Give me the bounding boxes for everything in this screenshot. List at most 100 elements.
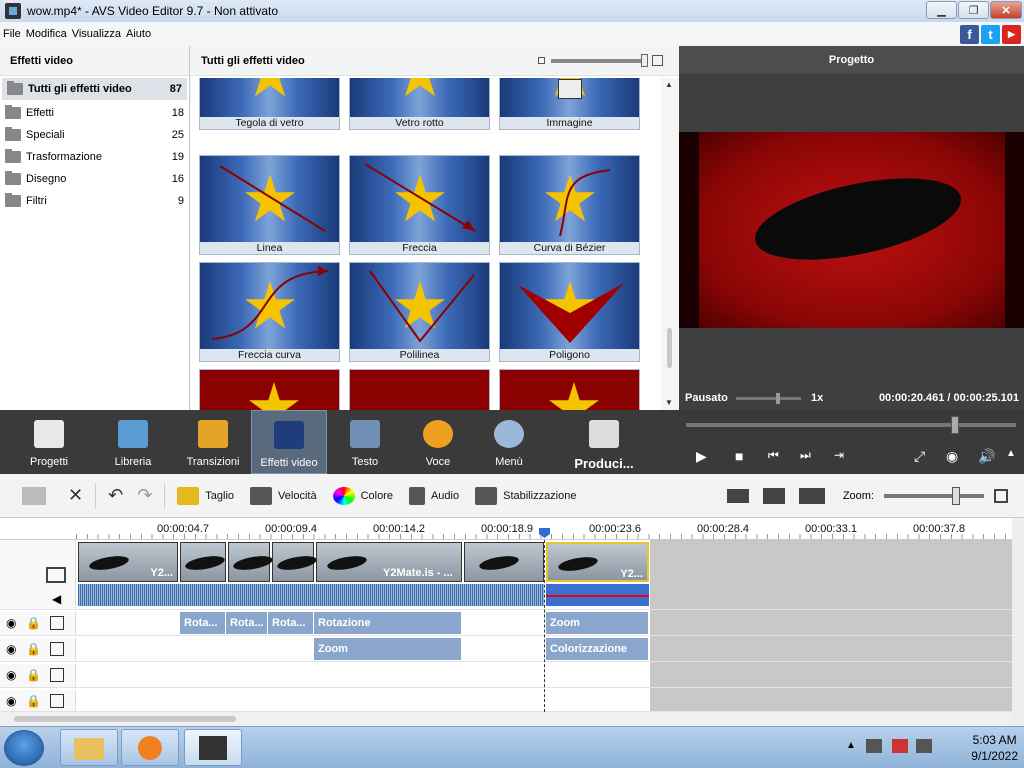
lock-icon[interactable]: 🔒 <box>26 668 41 682</box>
snapshot-icon[interactable]: ◉ <box>946 448 958 465</box>
star-box-icon[interactable] <box>50 694 64 708</box>
next-frame-icon[interactable]: ⏭ <box>800 448 811 463</box>
effect-clip[interactable]: Rota... <box>226 612 268 634</box>
effect-clip[interactable]: Colorizzazione <box>546 638 649 660</box>
effects-scrollbar[interactable]: ▲ ▼ <box>661 78 679 410</box>
effect-clip[interactable]: Rotazione <box>314 612 462 634</box>
selected-video-clip[interactable]: Y2... <box>546 542 649 582</box>
lock-icon[interactable]: 🔒 <box>26 616 41 630</box>
effect-tile[interactable]: Vetro rotto <box>349 78 490 130</box>
fit-timeline-icon[interactable] <box>994 488 1008 503</box>
minimize-button[interactable]: ▁ <box>926 1 957 19</box>
play-icon[interactable]: ▶ <box>696 448 707 465</box>
scroll-up-icon[interactable]: ▲ <box>665 80 673 89</box>
undo-icon[interactable]: ↶ <box>108 485 123 506</box>
eye-icon[interactable]: ◉ <box>6 668 16 682</box>
effect-tile[interactable]: Immagine <box>499 78 640 130</box>
category-item-all[interactable]: Tutti gli effetti video 87 <box>2 78 187 100</box>
video-clip[interactable] <box>272 542 318 582</box>
taskbar-media-player[interactable] <box>121 729 179 766</box>
toolbar-voce[interactable]: Voce <box>409 410 467 474</box>
volume-slider[interactable] <box>736 392 801 404</box>
volume-icon[interactable]: 🔊 <box>978 448 995 465</box>
mixer-icon[interactable] <box>762 487 785 504</box>
taskbar-explorer[interactable] <box>60 729 118 766</box>
menu-modifica[interactable]: Modifica <box>26 28 67 40</box>
toolbar-progetti[interactable]: Progetti <box>20 410 78 474</box>
stabilization-button[interactable]: Stabilizzazione <box>475 486 576 505</box>
video-clip[interactable] <box>464 542 544 582</box>
timeline-ruler[interactable]: 00:00:04.7 00:00:09.4 00:00:14.2 00:00:1… <box>0 518 1024 540</box>
youtube-icon[interactable]: ▶ <box>1002 25 1021 44</box>
category-item-disegno[interactable]: Disegno 16 <box>0 168 189 190</box>
trim-button[interactable]: Taglio <box>177 486 234 505</box>
restore-button[interactable]: ❐ <box>958 1 989 19</box>
thumb-size-slider[interactable] <box>551 53 648 67</box>
video-preview[interactable] <box>679 132 1024 328</box>
expand-up-icon[interactable]: ▲ <box>1006 448 1016 459</box>
small-thumb-icon[interactable] <box>538 57 545 64</box>
lock-icon[interactable]: 🔒 <box>26 642 41 656</box>
category-item-filtri[interactable]: Filtri 9 <box>0 190 189 212</box>
menu-aiuto[interactable]: Aiuto <box>126 28 151 40</box>
system-clock[interactable]: 5:03 AM 9/1/2022 <box>971 732 1018 764</box>
close-button[interactable]: ✕ <box>990 1 1022 19</box>
playback-speed[interactable]: 1x <box>811 392 823 404</box>
facebook-icon[interactable]: f <box>960 25 979 44</box>
timeline-hscrollbar[interactable] <box>0 712 1012 726</box>
category-item-speciali[interactable]: Speciali 25 <box>0 124 189 146</box>
effect-tile[interactable]: Polilinea <box>349 262 490 362</box>
toolbar-transizioni[interactable]: Transizioni <box>183 410 243 474</box>
toolbar-libreria[interactable]: Libreria <box>104 410 162 474</box>
menu-file[interactable]: File <box>3 28 21 40</box>
audio-waveform[interactable] <box>78 584 544 606</box>
timeline-zoom-slider[interactable] <box>884 486 984 505</box>
stop-icon[interactable]: ■ <box>735 448 743 464</box>
video-clip[interactable] <box>180 542 226 582</box>
toolbar-produci[interactable]: Produci... <box>570 410 638 474</box>
star-box-icon[interactable] <box>50 668 64 682</box>
effect-tile[interactable] <box>199 369 340 410</box>
effect-tile[interactable]: Tegola di vetro <box>199 78 340 130</box>
tray-expand-icon[interactable]: ▲ <box>846 740 856 751</box>
star-box-icon[interactable] <box>50 642 64 656</box>
video-clip[interactable] <box>228 542 274 582</box>
eye-icon[interactable]: ◉ <box>6 694 16 708</box>
seek-bar[interactable] <box>686 416 1016 434</box>
effect-clip[interactable]: Rota... <box>268 612 314 634</box>
video-clip[interactable]: Y2... <box>78 542 178 582</box>
storyboard-icon[interactable] <box>22 486 46 505</box>
audio-split-icon[interactable] <box>726 488 749 503</box>
action-center-icon[interactable] <box>892 739 908 753</box>
redo-icon[interactable]: ↷ <box>137 485 152 506</box>
toolbar-menu[interactable]: Menù <box>480 410 538 474</box>
menu-visualizza[interactable]: Visualizza <box>72 28 121 40</box>
effect-tile[interactable]: Linea <box>199 155 340 255</box>
taskbar-avs-editor[interactable] <box>184 729 242 766</box>
star-box-icon[interactable] <box>50 616 64 630</box>
large-thumb-icon[interactable] <box>652 55 663 66</box>
scroll-down-icon[interactable]: ▼ <box>665 398 673 407</box>
timeline-vscrollbar[interactable] <box>1012 518 1024 726</box>
effect-tile[interactable] <box>349 369 490 410</box>
network-icon[interactable] <box>866 739 882 753</box>
toolbar-effetti-video[interactable]: Effetti video <box>251 410 327 474</box>
audio-button[interactable]: Audio <box>408 486 459 505</box>
effect-tile[interactable]: Poligono <box>499 262 640 362</box>
speed-button[interactable]: Velocità <box>250 486 317 505</box>
effect-tile[interactable]: Curva di Bézier <box>499 155 640 255</box>
volume-tray-icon[interactable] <box>916 739 932 753</box>
aspect-ratio-icon[interactable] <box>798 487 825 504</box>
delete-icon[interactable]: ✕ <box>68 485 83 506</box>
category-item-effetti[interactable]: Effetti 18 <box>0 102 189 124</box>
toolbar-testo[interactable]: Testo <box>336 410 394 474</box>
effect-clip[interactable]: Rota... <box>180 612 226 634</box>
lock-icon[interactable]: 🔒 <box>26 694 41 708</box>
zoom-slider-thumb[interactable] <box>952 486 960 505</box>
slider-thumb[interactable] <box>641 53 648 67</box>
color-button[interactable]: Colore <box>332 486 393 505</box>
effect-tile[interactable] <box>499 369 640 410</box>
scroll-thumb[interactable] <box>667 328 672 368</box>
split-icon[interactable]: ⇥ <box>834 448 844 462</box>
effect-tile[interactable]: Freccia <box>349 155 490 255</box>
